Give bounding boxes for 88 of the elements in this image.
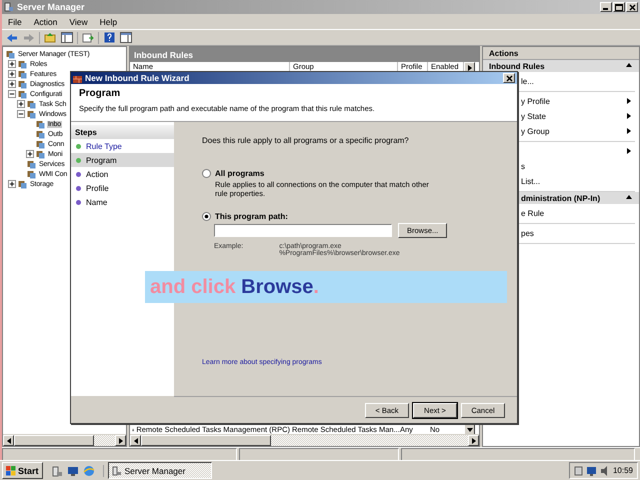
input-field[interactable]: [214, 224, 392, 237]
arrow-icon: [625, 146, 633, 154]
wizard-step[interactable]: Program: [71, 153, 174, 167]
close-button[interactable]: [503, 73, 515, 83]
help-button[interactable]: [102, 31, 116, 44]
page-heading: Program: [79, 88, 122, 99]
scroll-thumb[interactable]: [14, 435, 94, 446]
start-button[interactable]: Start: [2, 462, 43, 479]
dialog-title: New Inbound Rule Wizard: [85, 73, 190, 83]
caption-text: and click Browse.: [150, 276, 319, 298]
scroll-right-button[interactable]: [115, 435, 126, 446]
section-title: Inbound Rules: [489, 62, 545, 70]
node-icon: [18, 90, 27, 98]
node-icon: [27, 100, 36, 108]
scroll-left-button[interactable]: [130, 435, 141, 446]
server-icon: [4, 2, 14, 12]
node-icon: [27, 160, 36, 168]
arrow-icon: [466, 64, 474, 72]
network-icon[interactable]: [586, 466, 597, 476]
action-item[interactable]: le...: [521, 77, 534, 86]
taskbar-button[interactable]: Server Manager: [108, 462, 212, 479]
node-icon: [18, 80, 27, 88]
wizard-step[interactable]: Action: [71, 167, 174, 181]
expand-toggle[interactable]: [8, 80, 16, 88]
clock: 10:59: [612, 466, 633, 475]
expand-toggle[interactable]: [8, 70, 16, 78]
node-icon: [36, 130, 45, 138]
node-icon: [27, 110, 36, 118]
horizontal-scrollbar[interactable]: [130, 434, 479, 446]
action-item[interactable]: e Rule: [521, 209, 544, 218]
arrow-icon: [625, 61, 633, 69]
node-icon: [36, 150, 45, 158]
firewall-icon: [73, 74, 82, 82]
back-button[interactable]: [5, 31, 19, 44]
export-button[interactable]: [81, 31, 95, 44]
node-icon: [18, 180, 27, 188]
menu-item[interactable]: File: [8, 16, 22, 26]
window-title: Server Manager: [17, 2, 86, 12]
menu-item[interactable]: View: [69, 16, 88, 26]
tree-pane-button[interactable]: [60, 31, 74, 44]
menu-item[interactable]: Action: [34, 16, 58, 26]
horizontal-scrollbar[interactable]: [3, 434, 126, 446]
node-icon: [27, 170, 36, 178]
action-item[interactable]: y State: [521, 112, 546, 121]
node-icon: [6, 50, 15, 58]
action-item[interactable]: pes: [521, 229, 534, 238]
option-label[interactable]: All programs: [215, 169, 264, 178]
action-item[interactable]: s: [521, 162, 525, 171]
tray-icon[interactable]: [574, 466, 584, 476]
action-item[interactable]: y Group: [521, 127, 550, 136]
arrow-icon: [4, 436, 12, 444]
node-icon: [36, 120, 45, 128]
wizard-step[interactable]: Profile: [71, 181, 174, 195]
expand-toggle[interactable]: [8, 60, 16, 68]
expand-toggle[interactable]: [17, 110, 25, 118]
minimize-button[interactable]: [600, 2, 612, 12]
radio-button[interactable]: [202, 169, 211, 178]
action-item[interactable]: y Profile: [521, 97, 550, 106]
node-icon: [18, 70, 27, 78]
expand-toggle[interactable]: [17, 100, 25, 108]
expand-toggle[interactable]: [8, 90, 16, 98]
node-icon: [36, 140, 45, 148]
pane-title: Actions: [483, 47, 639, 60]
action-item[interactable]: List...: [521, 177, 540, 186]
speaker-icon[interactable]: [600, 466, 610, 476]
scroll-thumb[interactable]: [141, 435, 271, 446]
wizard-step[interactable]: Rule Type: [71, 139, 174, 153]
maximize-button[interactable]: [613, 2, 625, 12]
scroll-right-button[interactable]: [468, 435, 479, 446]
expand-toggle[interactable]: [8, 180, 16, 188]
server-manager-icon[interactable]: [50, 464, 63, 476]
close-button[interactable]: [626, 2, 638, 12]
arrow-icon: [625, 193, 633, 201]
question-text: Does this rule apply to all programs or a specific program?: [202, 136, 410, 145]
server-icon: [112, 466, 122, 476]
section-title: dministration (NP-In): [521, 194, 600, 202]
radio-button[interactable]: [202, 212, 211, 221]
action-pane-button[interactable]: [119, 31, 133, 44]
pane-title: Inbound Rules: [130, 47, 479, 62]
flag-icon: [6, 466, 16, 476]
steps-title: Steps: [71, 125, 174, 139]
menu-item[interactable]: Help: [100, 16, 118, 26]
wizard-step[interactable]: Name: [71, 195, 174, 209]
node-icon: [18, 60, 27, 68]
scroll-left-button[interactable]: [3, 435, 14, 446]
expand-toggle[interactable]: [26, 150, 34, 158]
monitor-icon[interactable]: [66, 464, 79, 476]
option-label[interactable]: This program path:: [215, 212, 288, 221]
